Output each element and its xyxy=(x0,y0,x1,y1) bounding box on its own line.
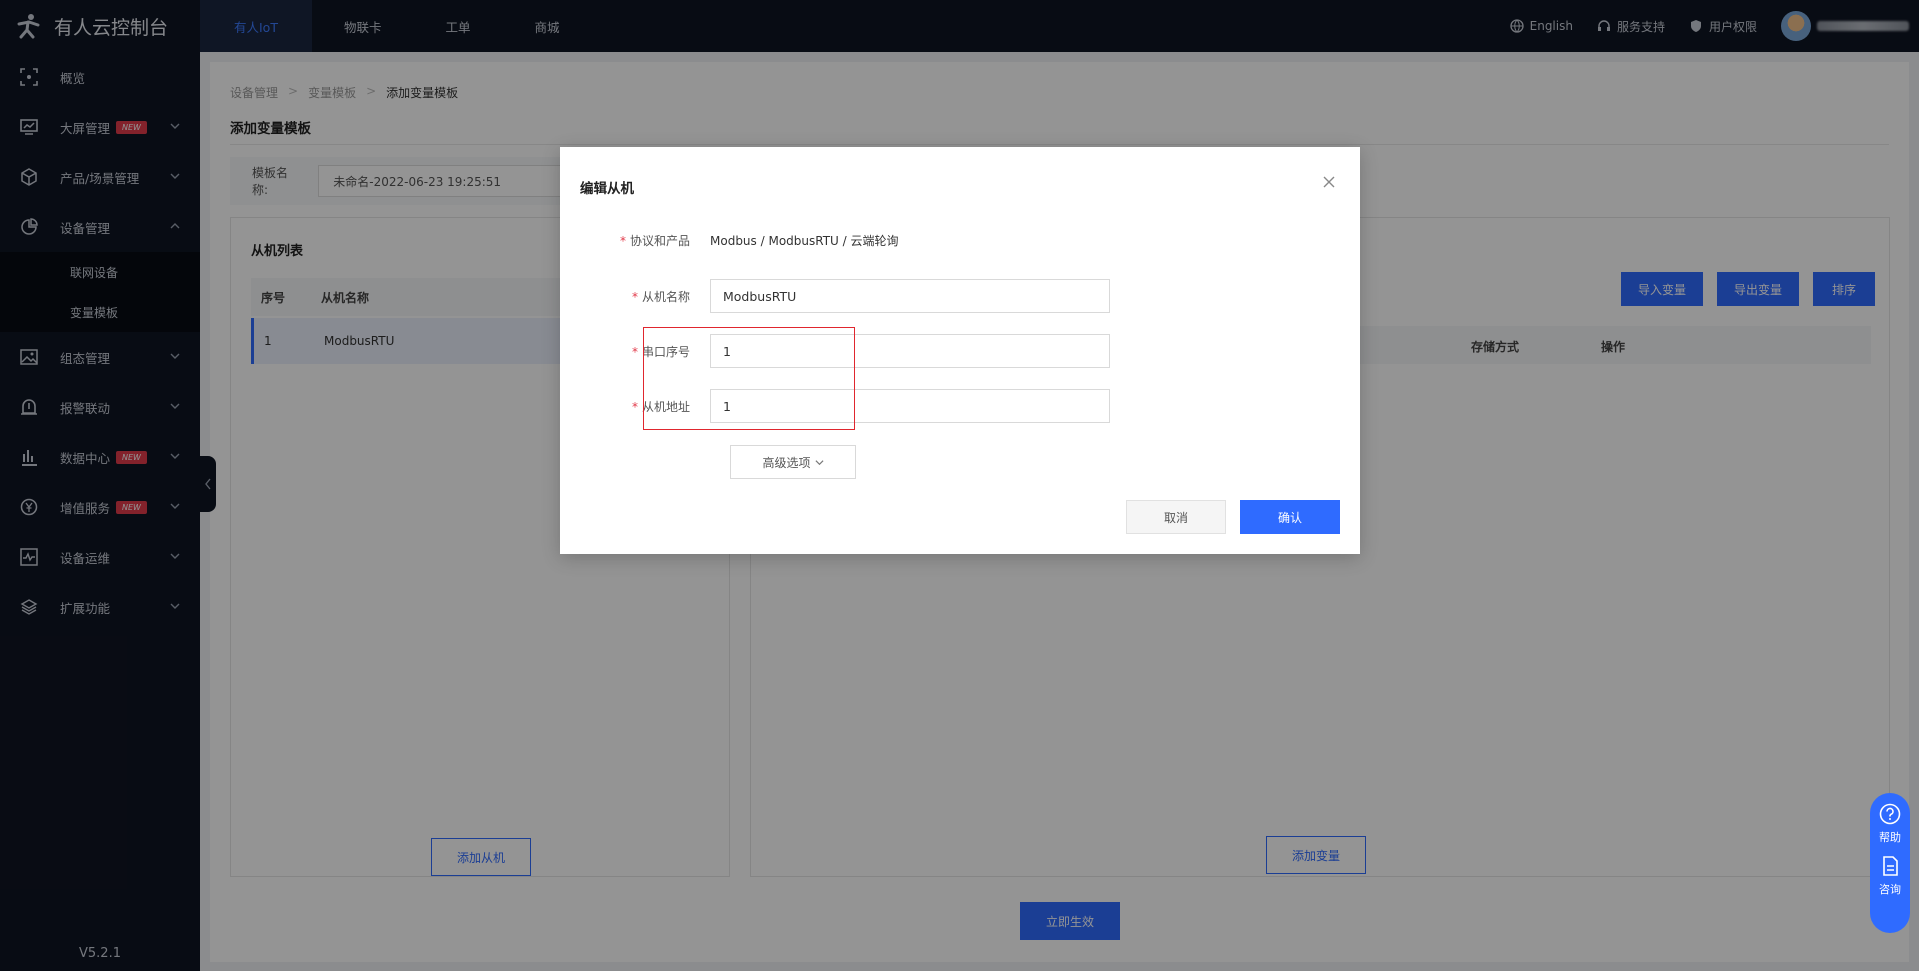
required-mark: * xyxy=(631,289,638,304)
required-mark: * xyxy=(631,344,638,359)
close-icon[interactable] xyxy=(1322,175,1336,189)
protocol-row: * 协议和产品 Modbus / ModbusRTU / 云端轮询 xyxy=(560,223,1360,257)
slave-name-row: * 从机名称 ModbusRTU xyxy=(560,279,1360,313)
slave-name-label-wrap: * 从机名称 xyxy=(560,288,710,305)
serial-port-input[interactable]: 1 xyxy=(710,334,1110,368)
edit-slave-dialog: 编辑从机 * 协议和产品 Modbus / ModbusRTU / 云端轮询 * 从… xyxy=(560,147,1360,554)
advanced-options-button[interactable]: 高级选项 xyxy=(730,445,856,479)
help-button[interactable]: 帮助 xyxy=(1879,803,1901,845)
serial-port-label-wrap: * 串口序号 xyxy=(560,343,710,360)
slave-address-row: * 从机地址 1 xyxy=(560,389,1360,423)
help-float: 帮助 咨询 xyxy=(1870,793,1910,933)
required-mark: * xyxy=(619,233,626,248)
serial-port-row: * 串口序号 1 xyxy=(560,334,1360,368)
protocol-label-wrap: * 协议和产品 xyxy=(560,232,710,249)
protocol-label: 协议和产品 xyxy=(629,233,690,248)
slave-address-label-wrap: * 从机地址 xyxy=(560,398,710,415)
slave-address-label: 从机地址 xyxy=(641,399,690,414)
chevron-down-icon xyxy=(814,459,824,465)
help-label: 帮助 xyxy=(1879,831,1901,844)
slave-name-input[interactable]: ModbusRTU xyxy=(710,279,1110,313)
advanced-options-label: 高级选项 xyxy=(762,455,811,470)
required-mark: * xyxy=(631,399,638,414)
slave-name-label: 从机名称 xyxy=(641,289,690,304)
document-icon xyxy=(1883,856,1898,876)
dialog-title: 编辑从机 xyxy=(580,181,634,197)
slave-address-input[interactable]: 1 xyxy=(710,389,1110,423)
cancel-button[interactable]: 取消 xyxy=(1126,500,1226,534)
serial-port-label: 串口序号 xyxy=(641,344,690,359)
consult-button[interactable]: 咨询 xyxy=(1879,855,1901,897)
protocol-value: Modbus / ModbusRTU / 云端轮询 xyxy=(710,233,899,248)
confirm-button[interactable]: 确认 xyxy=(1240,500,1340,534)
question-icon xyxy=(1879,803,1901,825)
consult-label: 咨询 xyxy=(1879,883,1901,896)
